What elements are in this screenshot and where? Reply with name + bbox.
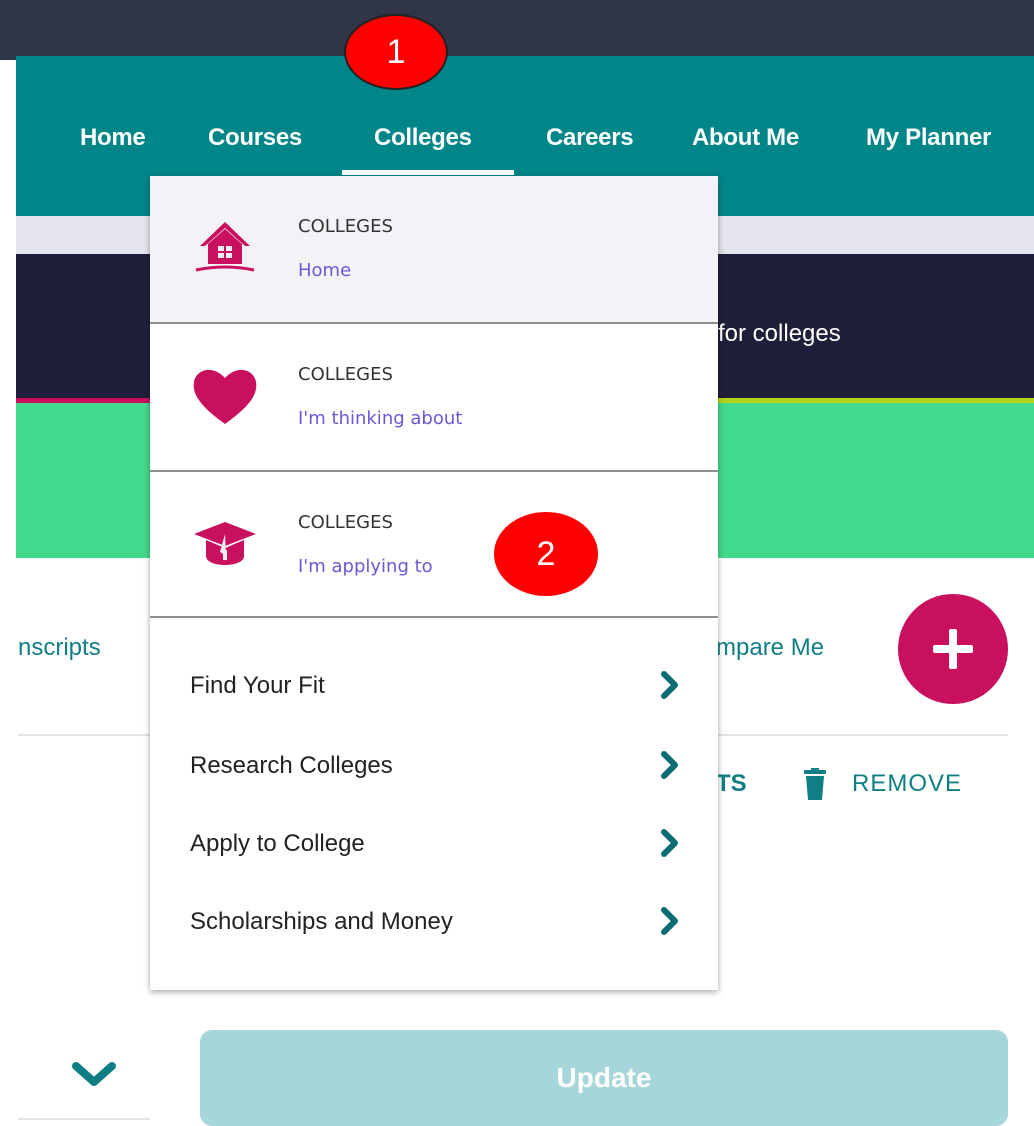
dropdown-separator [150,616,718,618]
menu-item-label: Research Colleges [190,752,393,779]
menu-item-find-your-fit[interactable]: Find Your Fit [190,668,680,708]
nav-colleges[interactable]: Colleges [374,124,472,152]
menu-item-label: Apply to College [190,830,365,857]
card-caption: COLLEGES [298,512,393,533]
trash-icon[interactable] [804,768,826,800]
dropdown-card-applying-to[interactable]: COLLEGES I'm applying to [150,472,718,618]
divider-right [718,734,1008,736]
banner-text: for colleges [718,320,841,347]
top-dark-bar [0,0,1034,60]
callout-marker-1: 1 [344,14,448,90]
left-gutter [0,60,16,1126]
nav-about-me[interactable]: About Me [692,124,799,152]
menu-item-scholarships-and-money[interactable]: Scholarships and Money [190,904,680,944]
house-icon [195,222,255,272]
menu-item-research-colleges[interactable]: Research Colleges [190,748,680,788]
tab-transcripts[interactable]: nscripts [18,634,101,662]
update-button[interactable]: Update [200,1030,1008,1126]
chevron-down-icon[interactable] [72,1060,116,1090]
tab-compare-me[interactable]: mpare Me [716,634,824,662]
chevron-right-icon [661,907,678,935]
nav-my-planner[interactable]: My Planner [866,124,991,152]
nav-careers[interactable]: Careers [546,124,634,152]
callout-marker-2: 2 [494,512,598,596]
card-link-home[interactable]: Home [298,260,351,281]
menu-item-label: Scholarships and Money [190,908,453,935]
nav-courses[interactable]: Courses [208,124,302,152]
divider-bottom-left [18,1118,150,1120]
colleges-dropdown: COLLEGES Home COLLEGES I'm thinking abou… [150,176,718,990]
card-link-applying-to[interactable]: I'm applying to [298,556,433,577]
graduation-cap-icon [194,522,256,565]
dropdown-card-thinking-about[interactable]: COLLEGES I'm thinking about [150,324,718,470]
nav-home[interactable]: Home [80,124,146,152]
remove-button[interactable]: REMOVE [852,770,962,798]
chevron-right-icon [661,829,678,857]
card-caption: COLLEGES [298,364,393,385]
chevron-right-icon [661,671,678,699]
chevron-right-icon [661,751,678,779]
card-caption: COLLEGES [298,216,393,237]
card-link-thinking-about[interactable]: I'm thinking about [298,408,462,429]
dropdown-card-home[interactable]: COLLEGES Home [150,176,718,322]
divider-left [18,734,150,736]
add-button[interactable] [898,594,1008,704]
nav-active-indicator [342,170,514,175]
menu-item-label: Find Your Fit [190,672,325,699]
heart-icon [193,369,257,424]
menu-item-apply-to-college[interactable]: Apply to College [190,826,680,866]
